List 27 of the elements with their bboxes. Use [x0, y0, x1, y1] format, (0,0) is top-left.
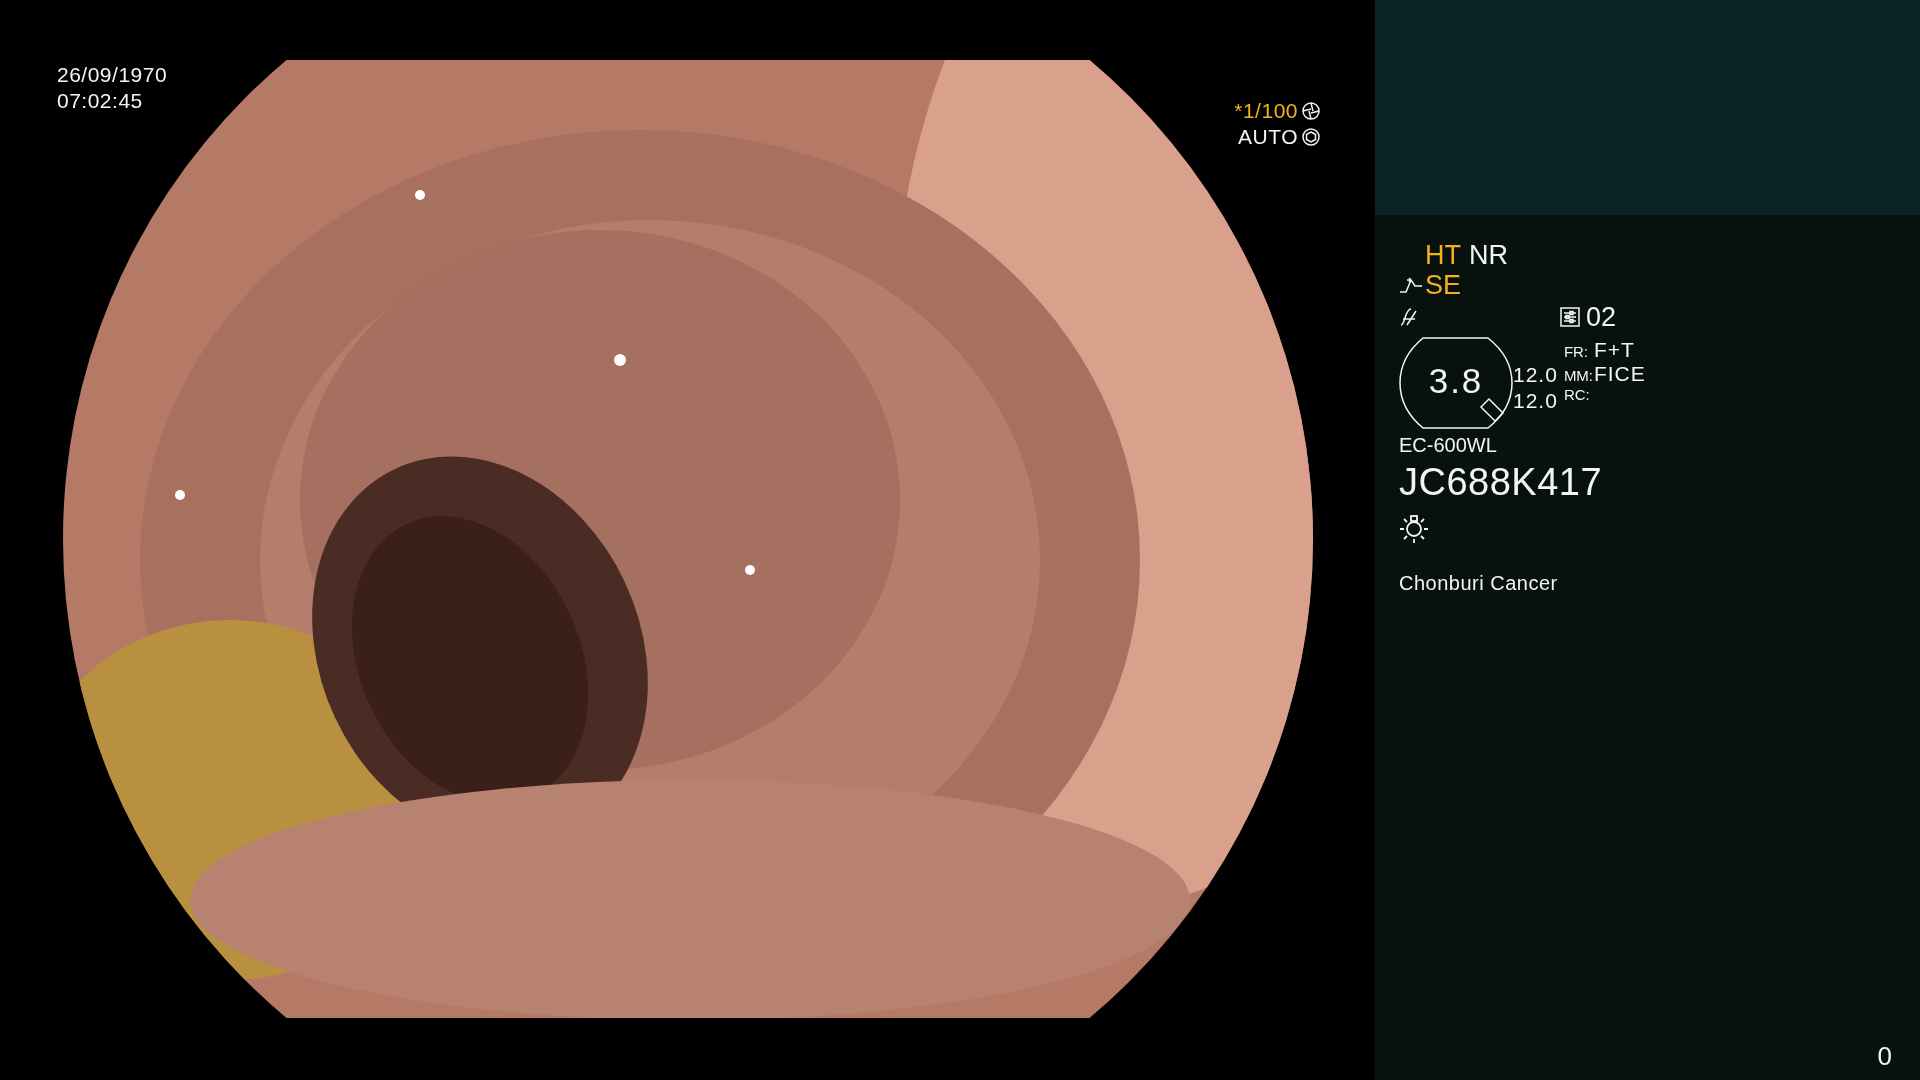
shutter-icon — [1302, 102, 1320, 120]
institution-name: Chonburi Cancer — [1399, 572, 1559, 595]
light-icon — [1399, 514, 1429, 544]
preset-number: 02 — [1586, 301, 1617, 333]
time-text: 07:02:45 — [57, 88, 143, 114]
setting-label: FR: — [1563, 343, 1590, 360]
zoom-frame-icon — [1399, 337, 1513, 429]
curve-icon — [1399, 276, 1423, 294]
iris-mode: AUTO — [1238, 124, 1298, 150]
shutter-speed: *1/100 — [1234, 98, 1298, 124]
mode-indicator: SE — [1425, 269, 1462, 301]
counter-value: 0 — [1877, 1041, 1892, 1072]
serial-number: JC688K417 — [1399, 461, 1604, 504]
settings-icon — [1560, 307, 1580, 327]
setting-value: FICE — [1593, 362, 1646, 386]
setting-label: RC: — [1563, 386, 1591, 403]
slashed-curve-icon — [1399, 307, 1419, 327]
reading-value: 12.0 — [1513, 363, 1558, 387]
scope-model: EC-600WL — [1399, 434, 1498, 457]
mode-indicator: NR — [1469, 239, 1508, 271]
setting-label: MM: — [1563, 367, 1594, 384]
aperture-icon — [1302, 128, 1320, 146]
date-text: 26/09/1970 — [57, 62, 168, 88]
setting-value: F+T — [1593, 338, 1635, 362]
reading-value: 12.0 — [1513, 389, 1558, 413]
mode-indicator: HT — [1425, 239, 1461, 271]
zoom-value: 3.8 — [1428, 361, 1484, 401]
